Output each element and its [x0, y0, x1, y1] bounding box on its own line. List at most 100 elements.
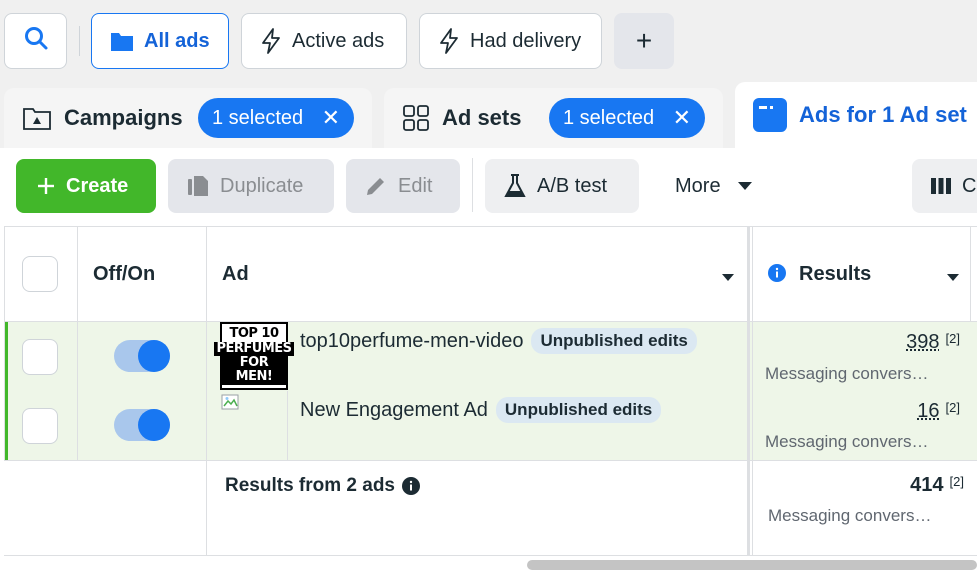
- header-results[interactable]: Results: [799, 263, 871, 286]
- row-checkbox[interactable]: [22, 408, 58, 444]
- select-all-checkbox[interactable]: [22, 256, 58, 292]
- ab-test-button[interactable]: A/B test: [485, 159, 639, 213]
- filter-all-ads[interactable]: All ads: [91, 13, 229, 69]
- tab-ads[interactable]: Ads for 1 Ad set: [735, 82, 977, 148]
- plus-icon: +: [635, 25, 653, 56]
- col-border: [752, 226, 753, 556]
- summary-number: 414: [910, 474, 944, 496]
- more-label: More: [675, 174, 721, 197]
- unpublished-badge: Unpublished edits: [495, 397, 662, 423]
- footnote: [2]: [945, 400, 960, 415]
- thumb-text: FOR MEN!: [222, 355, 286, 385]
- result-type: Messaging convers…: [765, 364, 929, 383]
- rows-bottom-border: [4, 460, 977, 461]
- ad-name-row: top10perfume-men-video Unpublished edits: [300, 328, 697, 354]
- caret-down-icon[interactable]: [946, 269, 960, 287]
- level-tabs: Campaigns 1 selected ✕ Ad sets 1 selecte…: [0, 82, 977, 148]
- lightning-icon: [438, 28, 460, 54]
- edit-button[interactable]: Edit: [346, 159, 460, 213]
- columns-button[interactable]: C: [912, 159, 977, 213]
- filter-had-delivery[interactable]: Had delivery: [419, 13, 602, 69]
- folder-icon: [110, 30, 134, 52]
- duplicate-button[interactable]: Duplicate: [168, 159, 334, 213]
- filter-had-delivery-label: Had delivery: [470, 29, 582, 52]
- adsets-selected-pill[interactable]: 1 selected ✕: [549, 98, 705, 138]
- toolbar-divider: [472, 158, 473, 212]
- ab-test-label: A/B test: [537, 174, 608, 197]
- ad-name-link[interactable]: New Engagement Ad: [300, 399, 488, 422]
- thumb-text: PERFUMES: [214, 340, 294, 356]
- col-border: [970, 226, 971, 321]
- tab-campaigns[interactable]: Campaigns 1 selected ✕: [4, 88, 372, 148]
- grid-icon: [402, 104, 430, 132]
- create-button[interactable]: Create: [16, 159, 156, 213]
- summary-row: Results from 2 ads: [225, 475, 420, 497]
- ads-icon: [753, 98, 787, 132]
- columns-icon: [930, 177, 952, 195]
- info-icon[interactable]: [768, 264, 786, 287]
- campaign-folder-icon: [22, 105, 52, 131]
- broken-image-icon: [221, 394, 247, 416]
- close-icon[interactable]: ✕: [673, 105, 691, 131]
- tab-campaigns-label: Campaigns: [64, 105, 183, 130]
- toolbar: Create Duplicate Edit A/B test More C: [0, 148, 977, 226]
- unpublished-badge: Unpublished edits: [531, 328, 697, 354]
- caret-down-icon: [737, 181, 753, 191]
- info-icon[interactable]: [402, 477, 420, 495]
- col-border: [77, 226, 78, 460]
- search-icon: [23, 25, 49, 57]
- ad-name-link[interactable]: top10perfume-men-video: [300, 330, 523, 353]
- table-top-border: [4, 226, 977, 227]
- summary-result: 414 [2]: [880, 474, 964, 497]
- footnote: [2]: [945, 331, 960, 346]
- table-bottom-border: [4, 555, 977, 556]
- create-label: Create: [66, 174, 129, 197]
- result-number: 398: [906, 331, 940, 353]
- filter-bar: All ads Active ads Had delivery +: [0, 0, 977, 82]
- divider: [79, 26, 80, 56]
- result-type: Messaging convers…: [765, 432, 929, 451]
- header-off-on: Off/On: [93, 263, 156, 285]
- plus-icon: [36, 176, 56, 196]
- thumb-text: TOP 10: [229, 326, 279, 342]
- result-value[interactable]: 16 [2]: [880, 400, 960, 423]
- columns-label: C: [962, 174, 977, 197]
- filter-all-ads-label: All ads: [144, 29, 210, 52]
- summary-label: Results from 2 ads: [225, 475, 395, 496]
- header-ad[interactable]: Ad: [222, 263, 249, 286]
- ads-table: Off/On Ad Results TOP 10 PERFUMES FOR ME…: [0, 226, 977, 570]
- more-dropdown[interactable]: More: [660, 159, 770, 213]
- ad-toggle[interactable]: [114, 409, 170, 441]
- ad-name-row: New Engagement Ad Unpublished edits: [300, 397, 662, 423]
- filter-active-ads-label: Active ads: [292, 29, 385, 52]
- col-border: [287, 391, 288, 460]
- summary-result-type: Messaging convers…: [768, 506, 932, 525]
- tab-ad-sets-label: Ad sets: [442, 105, 522, 130]
- search-button[interactable]: [4, 13, 67, 69]
- ad-toggle[interactable]: [114, 340, 170, 372]
- row-checkbox[interactable]: [22, 339, 58, 375]
- duplicate-label: Duplicate: [220, 174, 304, 197]
- adsets-selected-label: 1 selected: [563, 106, 655, 129]
- horizontal-scrollbar[interactable]: [527, 560, 977, 570]
- col-border: [4, 226, 5, 460]
- col-border: [206, 226, 207, 556]
- campaigns-selected-pill[interactable]: 1 selected ✕: [198, 98, 354, 138]
- caret-down-icon[interactable]: [721, 269, 735, 287]
- duplicate-icon: [186, 174, 210, 198]
- flask-icon: [503, 173, 527, 199]
- close-icon[interactable]: ✕: [322, 105, 340, 131]
- tab-ads-label: Ads for 1 Ad set: [799, 102, 967, 127]
- result-number: 16: [917, 400, 940, 422]
- add-filter-button[interactable]: +: [614, 13, 674, 69]
- col-border: [747, 226, 750, 556]
- pencil-icon: [364, 174, 388, 198]
- footnote: [2]: [949, 474, 964, 489]
- filter-active-ads[interactable]: Active ads: [241, 13, 407, 69]
- result-value[interactable]: 398 [2]: [880, 331, 960, 354]
- ad-thumbnail[interactable]: TOP 10 PERFUMES FOR MEN!: [214, 322, 294, 390]
- lightning-icon: [260, 28, 282, 54]
- tab-ad-sets[interactable]: Ad sets 1 selected ✕: [384, 88, 723, 148]
- edit-label: Edit: [398, 174, 433, 197]
- campaigns-selected-label: 1 selected: [212, 106, 304, 129]
